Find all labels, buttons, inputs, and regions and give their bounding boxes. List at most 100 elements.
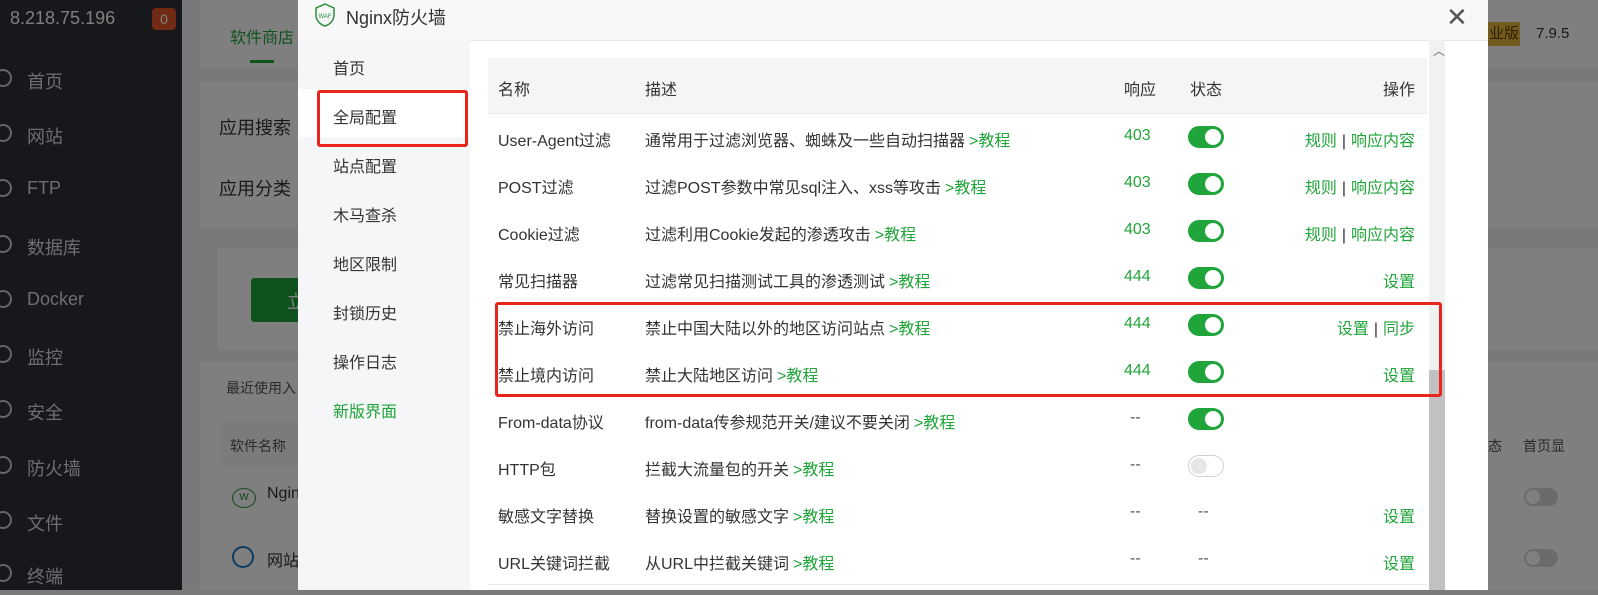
table-row: POST过滤 过滤POST参数中常见sql注入、xss等攻击 >教程 403 规则 | 响应… [488, 161, 1427, 209]
rule-desc-text: from-data传参规范开关/建议不要关闭 [645, 415, 910, 432]
status-toggle[interactable] [1188, 220, 1224, 242]
tutorial-link[interactable]: >教程 [889, 274, 930, 291]
waf-logo-text: WAF [318, 14, 331, 20]
action-link[interactable]: 响应内容 [1351, 180, 1415, 197]
rule-desc-text: 替换设置的敏感文字 [645, 509, 790, 526]
row-actions: 规则 | 响应内容 [1305, 127, 1415, 151]
rule-desc: 通常用于过滤浏览器、蜘蛛及一些自动扫描器 >教程 [645, 127, 1010, 151]
waf-menu-item[interactable]: 封锁历史 [298, 285, 470, 333]
highlight-global-config [317, 90, 468, 147]
waf-menu-label: 操作日志 [333, 355, 398, 372]
action-link[interactable]: 响应内容 [1351, 227, 1415, 244]
action-link[interactable]: 规则 [1305, 227, 1337, 244]
status-toggle[interactable] [1188, 455, 1224, 477]
rule-desc: 替换设置的敏感文字 >教程 [645, 503, 834, 527]
status-toggle[interactable] [1188, 267, 1224, 289]
table-row: HTTP包 拦截大流量包的开关 >教程 -- [488, 443, 1427, 491]
rule-name: Cookie过滤 [498, 227, 580, 244]
rule-desc: 过滤常见扫描测试工具的渗透测试 >教程 [645, 268, 930, 292]
rule-desc: 过滤利用Cookie发起的渗透攻击 >教程 [645, 221, 916, 245]
status-cell [1188, 408, 1224, 430]
rule-desc-text: 拦截大流量包的开关 [645, 462, 790, 479]
rule-desc-text: 通常用于过滤浏览器、蜘蛛及一些自动扫描器 [645, 133, 966, 150]
col-name: 名称 [498, 82, 531, 99]
action-link[interactable]: 规则 [1305, 133, 1337, 150]
tutorial-link[interactable]: >教程 [793, 556, 834, 573]
table-row: URL关键词拦截 从URL中拦截关键词 >教程 -- -- 设置 [488, 537, 1427, 585]
action-separator: | [1341, 180, 1346, 197]
waf-menu-item[interactable]: 地区限制 [298, 236, 470, 284]
status-cell [1188, 126, 1224, 148]
table-row: User-Agent过滤 通常用于过滤浏览器、蜘蛛及一些自动扫描器 >教程 403 规则… [488, 114, 1427, 162]
rule-name: URL关键词拦截 [498, 556, 611, 573]
modal-title: Nginx防火墙 [346, 8, 447, 28]
tutorial-link[interactable]: >教程 [875, 227, 916, 244]
rule-desc: 过滤POST参数中常见sql注入、xss等攻击 >教程 [645, 174, 986, 198]
status-cell [1188, 220, 1224, 242]
row-actions: 规则 | 响应内容 [1305, 221, 1415, 245]
tutorial-link[interactable]: >教程 [793, 462, 834, 479]
row-actions: 设置 [1383, 503, 1415, 527]
table-row: From-data协议 from-data传参规范开关/建议不要关闭 >教程 -- [488, 396, 1427, 444]
nginx-firewall-modal: WAF Nginx防火墙 ✕ 首页 全局配置 站点配置 木马查杀 地区限制 封锁历史 操作日… [298, 0, 1488, 590]
row-actions: 设置 [1383, 268, 1415, 292]
status-toggle[interactable] [1188, 126, 1224, 148]
rule-desc-text: 过滤POST参数中常见sql注入、xss等攻击 [645, 180, 942, 197]
table-row: 常见扫描器 过滤常见扫描测试工具的渗透测试 >教程 444 设置 [488, 255, 1427, 303]
waf-menu-label: 木马查杀 [333, 208, 398, 225]
response-code: -- [1130, 503, 1141, 520]
scrollbar-thumb[interactable] [1429, 370, 1445, 590]
waf-menu-item[interactable]: 首页 [298, 40, 470, 88]
action-link[interactable]: 设置 [1383, 509, 1415, 526]
waf-menu-label: 封锁历史 [333, 306, 398, 323]
rule-desc-text: 从URL中拦截关键词 [645, 556, 790, 573]
table-row: Cookie过滤 过滤利用Cookie发起的渗透攻击 >教程 403 规则 | 响应内容 [488, 208, 1427, 256]
rule-name: 敏感文字替换 [498, 509, 595, 526]
response-code: -- [1130, 456, 1141, 473]
rule-desc: 从URL中拦截关键词 >教程 [645, 550, 834, 574]
action-link[interactable]: 规则 [1305, 180, 1337, 197]
rule-desc-text: 过滤利用Cookie发起的渗透攻击 [645, 227, 871, 244]
response-code: -- [1130, 550, 1141, 567]
highlight-region-rows [495, 302, 1442, 397]
scroll-up-icon[interactable]: ︿ [1433, 42, 1445, 59]
response-code: 403 [1124, 127, 1151, 144]
row-actions: 设置 [1383, 550, 1415, 574]
table-header: 名称 描述 响应 状态 操作 [488, 58, 1427, 114]
waf-menu-label: 站点配置 [333, 159, 398, 176]
tutorial-link[interactable]: >教程 [793, 509, 834, 526]
status-text: -- [1198, 503, 1209, 520]
modal-header: WAF Nginx防火墙 ✕ [298, 0, 1488, 41]
row-actions: 规则 | 响应内容 [1305, 174, 1415, 198]
rule-name: User-Agent过滤 [498, 133, 611, 150]
rule-desc-text: 过滤常见扫描测试工具的渗透测试 [645, 274, 886, 291]
tutorial-link[interactable]: >教程 [945, 180, 986, 197]
status-text: -- [1198, 550, 1209, 567]
waf-menu-item[interactable]: 新版界面 [298, 383, 470, 431]
rule-desc: 拦截大流量包的开关 >教程 [645, 456, 834, 480]
status-toggle[interactable] [1188, 173, 1224, 195]
col-status: 状态 [1190, 82, 1223, 99]
waf-menu-item[interactable]: 操作日志 [298, 334, 470, 382]
waf-logo-icon: WAF [315, 3, 335, 27]
rule-name: POST过滤 [498, 180, 574, 197]
action-link[interactable]: 设置 [1383, 556, 1415, 573]
status-cell [1188, 267, 1224, 289]
col-resp: 响应 [1124, 82, 1157, 99]
col-desc: 描述 [645, 82, 678, 99]
waf-menu-label: 新版界面 [333, 404, 398, 421]
status-cell [1188, 455, 1224, 477]
waf-menu-item[interactable]: 木马查杀 [298, 187, 470, 235]
response-code: -- [1130, 409, 1141, 426]
action-separator: | [1341, 133, 1346, 150]
response-code: 403 [1124, 221, 1151, 238]
action-link[interactable]: 设置 [1383, 274, 1415, 291]
tutorial-link[interactable]: >教程 [914, 415, 955, 432]
tutorial-link[interactable]: >教程 [969, 133, 1010, 150]
close-icon[interactable]: ✕ [1446, 2, 1468, 33]
rule-name: HTTP包 [498, 462, 556, 479]
table-row: 敏感文字替换 替换设置的敏感文字 >教程 -- -- 设置 [488, 490, 1427, 538]
status-toggle[interactable] [1188, 408, 1224, 430]
action-link[interactable]: 响应内容 [1351, 133, 1415, 150]
action-separator: | [1341, 227, 1346, 244]
